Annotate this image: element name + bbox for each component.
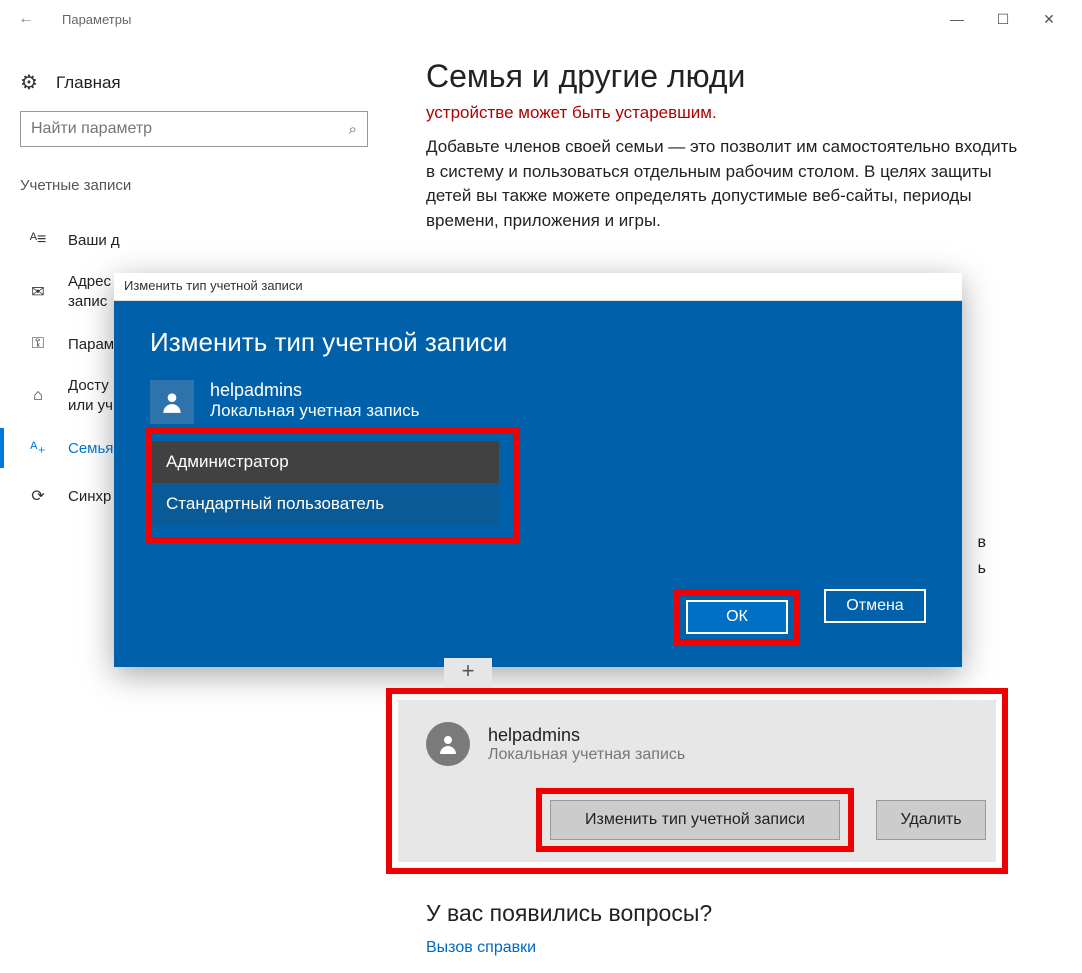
sync-icon: ⟳ xyxy=(28,486,48,506)
section-title: Учетные записи xyxy=(20,177,400,194)
cancel-button[interactable]: Отмена xyxy=(824,589,926,623)
sidebar-home[interactable]: ⚙ Главная xyxy=(20,70,400,95)
window-title: Параметры xyxy=(62,12,131,27)
warning-text: устройстве может быть устаревшим. xyxy=(426,103,1026,123)
dialog-titlebar: Изменить тип учетной записи xyxy=(114,273,962,301)
page-heading: Семья и другие люди xyxy=(426,58,1026,95)
help-heading: У вас появились вопросы? xyxy=(426,900,712,927)
gear-icon: ⚙ xyxy=(20,70,38,95)
user-name: helpadmins xyxy=(210,380,420,401)
annotation-change-button: Изменить тип учетной записи xyxy=(536,788,854,852)
change-account-type-dialog: Изменить тип учетной записи Изменить тип… xyxy=(114,273,962,667)
people-icon: ᴬ₊ xyxy=(28,438,48,458)
annotation-ok: ОК xyxy=(674,589,800,645)
dropdown-option-admin[interactable]: Администратор xyxy=(152,441,499,483)
close-button[interactable]: ✕ xyxy=(1026,11,1072,28)
sidebar-item-label: Синхр xyxy=(68,488,111,505)
dialog-footer: ОК Отмена xyxy=(150,589,926,645)
sidebar-item-your-info[interactable]: ᴬ≡ Ваши д xyxy=(20,216,368,264)
user-card-icon: ᴬ≡ xyxy=(28,231,48,249)
change-account-type-button[interactable]: Изменить тип учетной записи xyxy=(550,800,840,840)
sidebar-item-label: Парам xyxy=(68,336,114,353)
main-content: Семья и другие люди устройстве может быт… xyxy=(426,58,1026,234)
sidebar-item-label: Ваши д xyxy=(68,232,120,249)
dialog-heading: Изменить тип учетной записи xyxy=(150,327,926,358)
sidebar-item-label: Адрес запис xyxy=(68,272,111,313)
description-text: Добавьте членов своей семьи — это позвол… xyxy=(426,135,1026,234)
sidebar-item-label: Досту или уч xyxy=(68,376,113,417)
back-button[interactable]: ← xyxy=(10,10,42,28)
annotation-dropdown: Администратор Стандартный пользователь xyxy=(146,428,519,543)
user-card[interactable]: helpadmins Локальная учетная запись Изме… xyxy=(398,700,996,862)
account-type-dropdown[interactable]: Администратор Стандартный пользователь xyxy=(152,441,499,525)
delete-button[interactable]: Удалить xyxy=(876,800,986,840)
dropdown-option-standard[interactable]: Стандартный пользователь xyxy=(152,483,499,525)
add-user-button-stub[interactable]: + xyxy=(444,658,492,688)
briefcase-icon: ⌂ xyxy=(28,387,48,405)
user-account-type: Локальная учетная запись xyxy=(210,401,420,421)
mail-icon: ✉ xyxy=(28,282,48,302)
home-label: Главная xyxy=(56,73,121,93)
user-avatar-icon xyxy=(150,380,194,424)
titlebar: ← Параметры — ☐ ✕ xyxy=(0,0,1082,38)
search-input[interactable] xyxy=(31,120,349,138)
dialog-user-row: helpadmins Локальная учетная запись xyxy=(150,380,926,424)
search-icon: ⌕ xyxy=(349,121,357,138)
truncated-text: в ь xyxy=(978,530,987,581)
search-box[interactable]: ⌕ xyxy=(20,111,368,147)
card-user-name: helpadmins xyxy=(488,725,685,746)
maximize-button[interactable]: ☐ xyxy=(980,11,1026,28)
sidebar-item-label: Семья xyxy=(68,440,113,457)
help-link[interactable]: Вызов справки xyxy=(426,939,712,957)
minimize-button[interactable]: — xyxy=(934,11,980,27)
ok-button[interactable]: ОК xyxy=(686,600,788,634)
annotation-user-card: helpadmins Локальная учетная запись Изме… xyxy=(386,688,1008,874)
user-avatar-icon xyxy=(426,722,470,766)
key-icon: ⚿ xyxy=(28,335,48,353)
card-user-type: Локальная учетная запись xyxy=(488,746,685,764)
help-section: У вас появились вопросы? Вызов справки xyxy=(426,900,712,957)
